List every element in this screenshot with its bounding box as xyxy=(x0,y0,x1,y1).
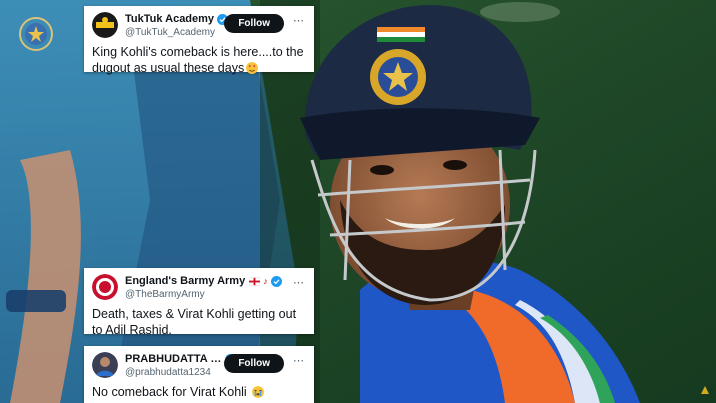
more-options-icon[interactable]: ⋯ xyxy=(293,354,304,367)
display-name[interactable]: PRABHUDATTA MA... xyxy=(125,352,222,366)
tweet-card-barmy-army[interactable]: England's Barmy Army ♪ @TheBarmyArmy ⋯ D… xyxy=(84,268,314,337)
tweet-header: England's Barmy Army ♪ @TheBarmyArmy ⋯ xyxy=(92,274,306,302)
follow-button[interactable]: Follow xyxy=(224,14,284,33)
display-name[interactable]: England's Barmy Army xyxy=(125,274,245,288)
celebration-emoji-icon: ♪ xyxy=(263,276,268,286)
crying-emoji-icon xyxy=(252,386,265,398)
handle[interactable]: @prabhudatta1234 xyxy=(125,366,236,379)
more-options-icon[interactable]: ⋯ xyxy=(293,276,304,289)
tweet-text: King Kohli's comeback is here....to the … xyxy=(92,45,304,75)
avatar[interactable] xyxy=(92,352,118,378)
tweet-header: TukTuk Academy @TukTuk_Academy Follow ⋯ xyxy=(92,12,306,40)
tweet-text: Death, taxes & Virat Kohli getting out t… xyxy=(92,307,297,337)
watermark-icon xyxy=(701,386,709,394)
tweet-card-prabhudatta[interactable]: PRABHUDATTA MA... @prabhudatta1234 Follo… xyxy=(84,346,314,403)
tweet-text: No comeback for Virat Kohli xyxy=(92,384,306,400)
handle[interactable]: @TheBarmyArmy xyxy=(125,288,284,301)
heart-eyes-emoji-icon xyxy=(246,62,259,74)
tweet-header: PRABHUDATTA MA... @prabhudatta1234 Follo… xyxy=(92,352,306,380)
avatar[interactable] xyxy=(92,12,118,38)
display-name[interactable]: TukTuk Academy xyxy=(125,12,214,26)
follow-button[interactable]: Follow xyxy=(224,354,284,373)
more-options-icon[interactable]: ⋯ xyxy=(293,14,304,27)
tweet-card-tuktuk[interactable]: TukTuk Academy @TukTuk_Academy Follow ⋯ … xyxy=(84,6,314,75)
verified-badge-icon xyxy=(270,275,282,287)
avatar[interactable] xyxy=(92,274,118,300)
bcci-logo-icon xyxy=(19,17,53,51)
england-flag-icon xyxy=(249,277,261,285)
handle[interactable]: @TukTuk_Academy xyxy=(125,26,236,39)
